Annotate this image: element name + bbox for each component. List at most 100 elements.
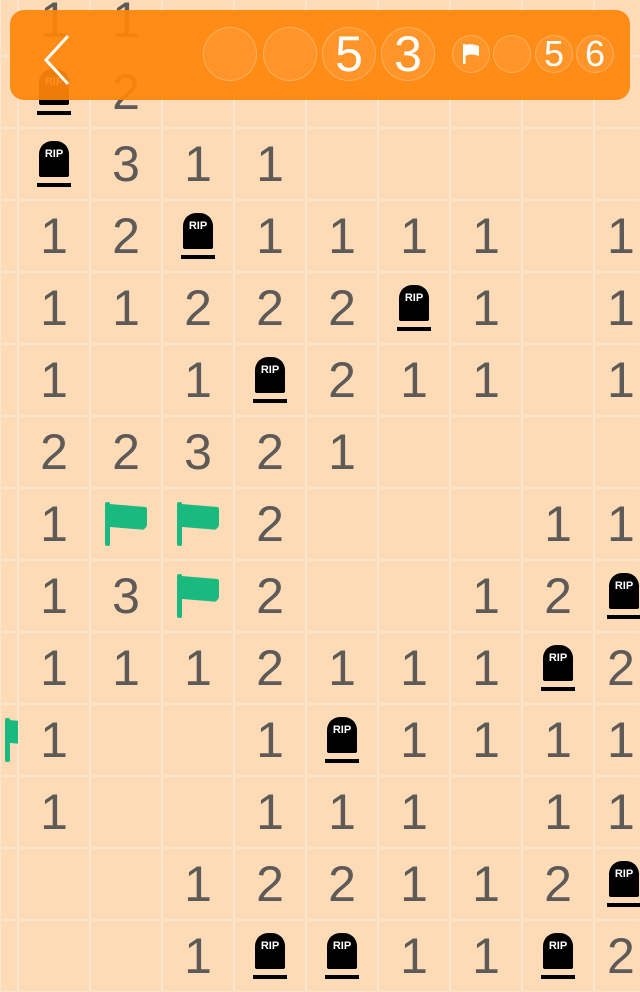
- empty-cell[interactable]: [18, 920, 90, 992]
- number-cell[interactable]: 1: [306, 632, 378, 704]
- number-cell[interactable]: 2: [234, 632, 306, 704]
- empty-cell[interactable]: [90, 776, 162, 848]
- number-cell[interactable]: 1: [378, 848, 450, 920]
- number-cell[interactable]: 2: [234, 272, 306, 344]
- empty-cell[interactable]: [90, 704, 162, 776]
- empty-cell[interactable]: [90, 848, 162, 920]
- number-cell[interactable]: 1: [378, 200, 450, 272]
- number-cell[interactable]: 1: [162, 632, 234, 704]
- number-cell[interactable]: 1: [522, 704, 594, 776]
- number-cell[interactable]: 2: [522, 848, 594, 920]
- number-cell[interactable]: 2: [234, 416, 306, 488]
- empty-cell[interactable]: [378, 560, 450, 632]
- number-cell[interactable]: 1: [594, 344, 640, 416]
- mine-cell[interactable]: RIP: [162, 200, 234, 272]
- number-cell[interactable]: 1: [450, 848, 522, 920]
- number-cell[interactable]: 2: [18, 416, 90, 488]
- empty-cell[interactable]: [450, 416, 522, 488]
- flagged-cell[interactable]: [0, 704, 47, 776]
- number-cell[interactable]: 2: [306, 848, 378, 920]
- number-cell[interactable]: 1: [18, 704, 90, 776]
- empty-cell[interactable]: [0, 128, 18, 200]
- mine-cell[interactable]: RIP: [522, 632, 594, 704]
- flagged-cell[interactable]: [162, 488, 234, 560]
- empty-cell[interactable]: [594, 416, 640, 488]
- number-cell[interactable]: 1: [234, 704, 306, 776]
- empty-cell[interactable]: [0, 776, 18, 848]
- number-cell[interactable]: 1: [594, 776, 640, 848]
- number-cell[interactable]: 1: [522, 488, 594, 560]
- mine-cell[interactable]: RIP: [594, 848, 640, 920]
- number-cell[interactable]: 1: [18, 488, 90, 560]
- number-cell[interactable]: 1: [594, 272, 640, 344]
- number-cell[interactable]: 1: [450, 200, 522, 272]
- empty-cell[interactable]: [306, 128, 378, 200]
- number-cell[interactable]: 2: [234, 560, 306, 632]
- number-cell[interactable]: 3: [162, 416, 234, 488]
- number-cell[interactable]: 1: [378, 632, 450, 704]
- empty-cell[interactable]: [0, 848, 18, 920]
- number-cell[interactable]: 1: [90, 632, 162, 704]
- number-cell[interactable]: 1: [90, 272, 162, 344]
- number-cell[interactable]: 2: [306, 272, 378, 344]
- number-cell[interactable]: 1: [378, 920, 450, 992]
- mine-cell[interactable]: RIP: [234, 920, 306, 992]
- number-cell[interactable]: 1: [18, 200, 90, 272]
- chevron-left-icon[interactable]: [38, 30, 78, 90]
- number-cell[interactable]: 1: [450, 560, 522, 632]
- number-cell[interactable]: 2: [162, 272, 234, 344]
- empty-cell[interactable]: [450, 128, 522, 200]
- flagged-cell[interactable]: [162, 560, 234, 632]
- number-cell[interactable]: 2: [234, 488, 306, 560]
- empty-cell[interactable]: [378, 488, 450, 560]
- empty-cell[interactable]: [594, 128, 640, 200]
- empty-cell[interactable]: [0, 416, 18, 488]
- number-cell[interactable]: 1: [306, 416, 378, 488]
- mine-cell[interactable]: RIP: [234, 344, 306, 416]
- empty-cell[interactable]: [450, 488, 522, 560]
- number-cell[interactable]: 1: [306, 776, 378, 848]
- empty-cell[interactable]: [450, 776, 522, 848]
- number-cell[interactable]: 2: [522, 560, 594, 632]
- number-cell[interactable]: 1: [594, 704, 640, 776]
- number-cell[interactable]: 2: [306, 344, 378, 416]
- number-cell[interactable]: 1: [162, 128, 234, 200]
- number-cell[interactable]: 2: [594, 920, 640, 992]
- number-cell[interactable]: 1: [18, 560, 90, 632]
- flagged-cell[interactable]: [90, 488, 162, 560]
- number-cell[interactable]: 1: [162, 344, 234, 416]
- empty-cell[interactable]: [522, 416, 594, 488]
- empty-cell[interactable]: [522, 128, 594, 200]
- number-cell[interactable]: 1: [450, 632, 522, 704]
- mine-cell[interactable]: RIP: [18, 128, 90, 200]
- number-cell[interactable]: 1: [450, 272, 522, 344]
- empty-cell[interactable]: [0, 488, 18, 560]
- number-cell[interactable]: 1: [18, 344, 90, 416]
- empty-cell[interactable]: [306, 488, 378, 560]
- empty-cell[interactable]: [522, 200, 594, 272]
- number-cell[interactable]: 3: [90, 128, 162, 200]
- empty-cell[interactable]: [162, 776, 234, 848]
- mine-cell[interactable]: RIP: [306, 704, 378, 776]
- number-cell[interactable]: 1: [162, 920, 234, 992]
- number-cell[interactable]: 2: [90, 200, 162, 272]
- empty-cell[interactable]: [162, 704, 234, 776]
- number-cell[interactable]: 1: [378, 776, 450, 848]
- number-cell[interactable]: 2: [234, 848, 306, 920]
- mine-cell[interactable]: RIP: [522, 920, 594, 992]
- mine-cell[interactable]: RIP: [378, 272, 450, 344]
- empty-cell[interactable]: [522, 344, 594, 416]
- empty-cell[interactable]: [378, 128, 450, 200]
- number-cell[interactable]: 1: [234, 200, 306, 272]
- number-cell[interactable]: 1: [18, 776, 90, 848]
- number-cell[interactable]: 1: [450, 704, 522, 776]
- number-cell[interactable]: 1: [162, 848, 234, 920]
- number-cell[interactable]: 1: [594, 200, 640, 272]
- number-cell[interactable]: 1: [450, 920, 522, 992]
- number-cell[interactable]: 1: [450, 344, 522, 416]
- mine-cell[interactable]: RIP: [594, 560, 640, 632]
- empty-cell[interactable]: [90, 920, 162, 992]
- empty-cell[interactable]: [306, 560, 378, 632]
- number-cell[interactable]: 1: [378, 704, 450, 776]
- number-cell[interactable]: 1: [306, 200, 378, 272]
